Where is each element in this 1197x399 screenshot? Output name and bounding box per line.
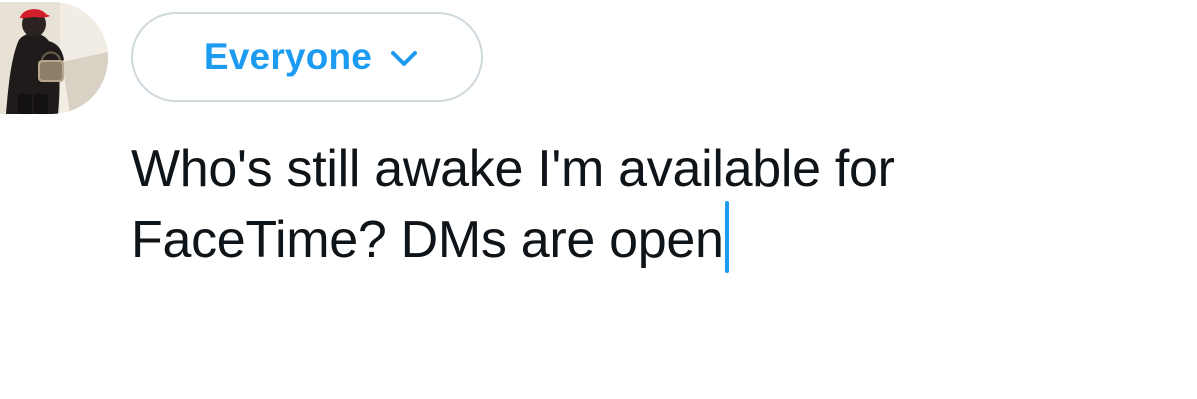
chevron-down-icon <box>390 50 418 68</box>
tweet-text-line-last: FaceTime? DMs are open <box>131 201 1131 273</box>
audience-label: Everyone <box>203 36 373 77</box>
tweet-text-line: Who's still awake I'm available for <box>131 140 895 198</box>
tweet-composer: Everyone Who's still awake I'm available… <box>0 0 1197 399</box>
avatar[interactable] <box>0 2 108 114</box>
text-cursor <box>724 201 729 273</box>
tweet-text-line: FaceTime? DMs are open <box>131 211 724 269</box>
avatar-photo <box>0 2 108 114</box>
audience-selector-button[interactable]: Everyone <box>131 12 483 102</box>
tweet-text-input[interactable]: Who's still awake I'm available for Face… <box>131 138 1131 273</box>
